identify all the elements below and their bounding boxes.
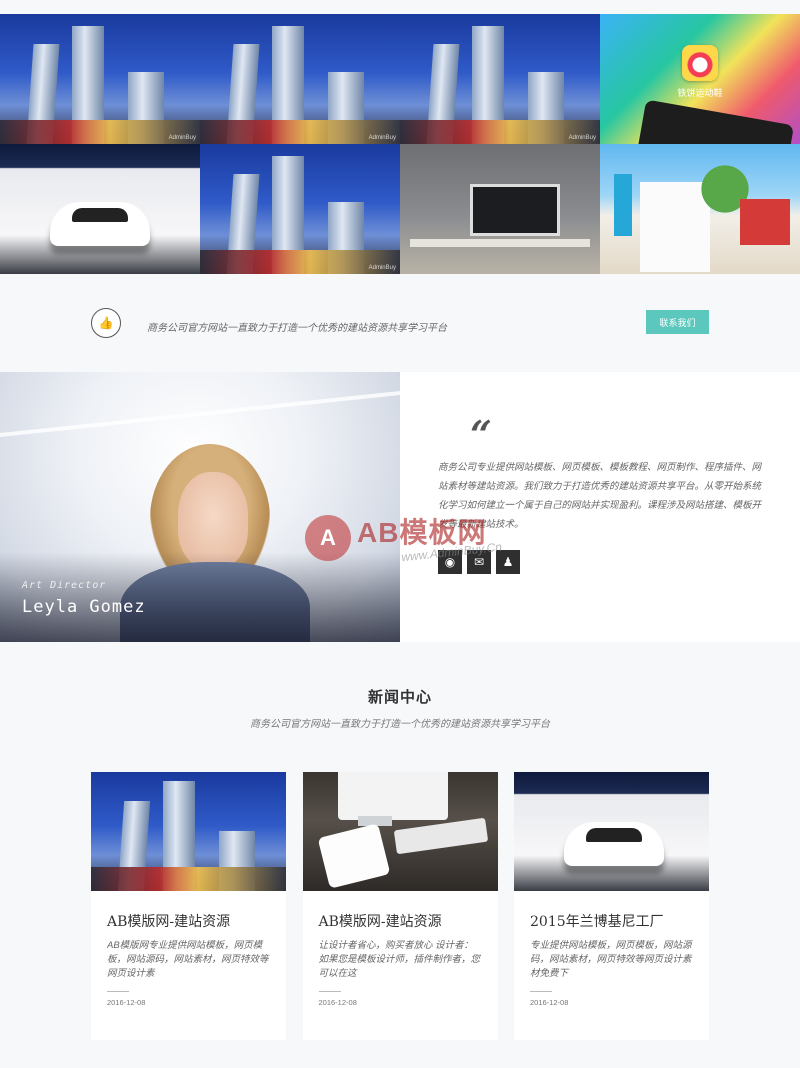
news-card-image[interactable]	[514, 772, 709, 891]
tablet-shape	[317, 823, 390, 889]
gallery-image-desk[interactable]	[400, 144, 600, 274]
image-mark: AdminBuy	[568, 135, 596, 141]
wechat-icon[interactable]: ✉	[467, 550, 491, 574]
car-shape	[50, 202, 150, 246]
gallery-image-car[interactable]	[0, 144, 200, 274]
news-card-title[interactable]: AB模版网-建站资源	[319, 911, 482, 931]
image-mark: AdminBuy	[368, 135, 396, 141]
news-card[interactable]: 2015年兰博基尼工厂 专业提供网站模板，网页模板，网站源码，网站素材，网页特效…	[514, 772, 709, 1040]
app-label: 铁饼运动鞋	[677, 88, 723, 98]
red-window-shape	[740, 199, 790, 245]
desk-shape	[410, 239, 590, 247]
monitor-shape	[470, 184, 560, 236]
app-icon	[682, 45, 718, 81]
imac-shape	[337, 772, 448, 820]
car-shape	[564, 822, 664, 866]
street-shape	[91, 867, 286, 891]
image-gallery: AdminBuy AdminBuy AdminBuy 铁饼运动鞋 AdminBu…	[0, 14, 800, 274]
divider	[107, 991, 129, 992]
news-card-body: 2015年兰博基尼工厂 专业提供网站模板，网页模板，网站源码，网站素材，网页特效…	[514, 891, 709, 1007]
ceiling-light-shape	[0, 390, 400, 438]
news-card-body: AB模版网-建站资源 AB模版网专业提供网站模板，网页模板，网站源码，网站素材，…	[91, 891, 286, 1007]
news-card-date: 2016-12-08	[530, 998, 569, 1007]
news-card-body: AB模版网-建站资源 让设计者省心，购买者放心 设计者：如果您是模板设计师，插件…	[303, 891, 498, 1007]
gallery-image-house[interactable]	[600, 144, 800, 274]
door-shape	[614, 174, 632, 236]
news-card-date: 2016-12-08	[107, 998, 146, 1007]
gallery-image-city-1[interactable]: AdminBuy	[0, 14, 200, 144]
news-card-excerpt: AB模版网专业提供网站模板，网页模板，网站源码，网站素材，网页特效等网页设计素	[107, 940, 269, 979]
quote-icon: “	[470, 412, 492, 457]
news-card-date: 2016-12-08	[318, 998, 357, 1007]
news-card-excerpt: 让设计者省心，购买者放心 设计者：如果您是模板设计师，插件制作者，您可以在这	[318, 940, 481, 979]
team-section: Art Director Leyla Gomez “ 商务公司专业提供网站模板、…	[0, 372, 800, 642]
news-card-image[interactable]	[91, 772, 286, 891]
divider	[318, 991, 341, 992]
contact-us-button[interactable]: 联系我们	[646, 310, 709, 334]
gallery-image-city-3[interactable]: AdminBuy	[400, 14, 600, 144]
thumbs-up-icon: 👍	[91, 308, 121, 338]
contact-text: 商务公司官方网站一直致力于打造一个优秀的建站资源共享学习平台	[147, 323, 447, 334]
member-name: Leyla Gomez	[22, 597, 146, 617]
gallery-image-app[interactable]: 铁饼运动鞋	[600, 14, 800, 144]
news-card-title[interactable]: AB模版网-建站资源	[107, 911, 270, 931]
qq-icon[interactable]: ♟	[496, 550, 520, 574]
gallery-image-city-4[interactable]: AdminBuy	[200, 144, 400, 274]
news-card-title[interactable]: 2015年兰博基尼工厂	[530, 911, 693, 931]
news-card[interactable]: AB模版网-建站资源 AB模版网专业提供网站模板，网页模板，网站源码，网站素材，…	[91, 772, 286, 1040]
member-role: Art Director	[22, 580, 107, 591]
news-section-title: 新闻中心	[367, 689, 432, 706]
news-cards: AB模版网-建站资源 AB模版网专业提供网站模板，网页模板，网站源码，网站素材，…	[91, 772, 709, 1040]
image-mark: AdminBuy	[368, 265, 396, 271]
news-card-image[interactable]	[302, 772, 498, 891]
divider	[530, 991, 552, 992]
contact-bar: 👍 商务公司官方网站一直致力于打造一个优秀的建站资源共享学习平台 联系我们	[0, 295, 800, 355]
news-card[interactable]: AB模版网-建站资源 让设计者省心，购买者放心 设计者：如果您是模板设计师，插件…	[302, 772, 498, 1040]
image-mark: AdminBuy	[168, 135, 196, 141]
news-section-subtitle: 商务公司官方网站一直致力于打造一个优秀的建站资源共享学习平台	[250, 719, 550, 730]
quote-text: 商务公司专业提供网站模板、网页模板、模板教程、网页制作、程序插件、网站素材等建站…	[438, 462, 762, 530]
weibo-icon[interactable]: ◉	[438, 550, 462, 574]
quote-panel: “ 商务公司专业提供网站模板、网页模板、模板教程、网页制作、程序插件、网站素材等…	[400, 372, 800, 642]
social-links: ◉ ✉ ♟	[438, 550, 520, 574]
news-card-excerpt: 专业提供网站模板，网页模板，网站源码，网站素材，网页特效等网页设计素材免费下	[530, 940, 692, 979]
phone-shape	[635, 99, 795, 144]
gallery-image-city-2[interactable]: AdminBuy	[200, 14, 400, 144]
keyboard-shape	[393, 817, 488, 855]
team-portrait: Art Director Leyla Gomez	[0, 372, 400, 642]
